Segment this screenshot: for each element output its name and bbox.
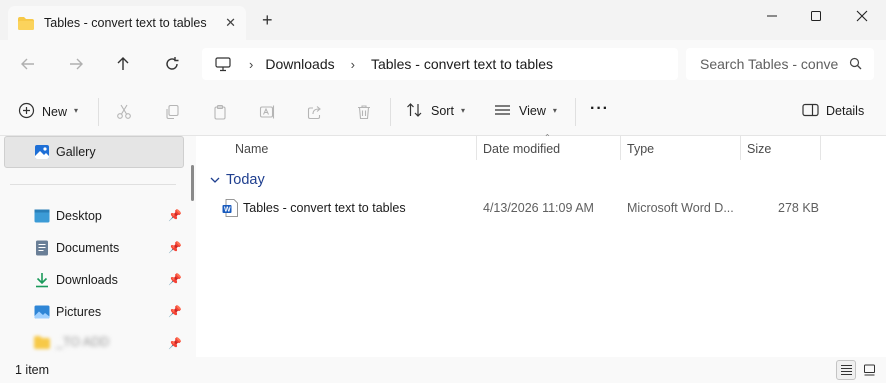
column-header-type[interactable]: Type xyxy=(627,142,654,156)
column-header-name[interactable]: Name xyxy=(235,142,268,156)
sort-caret-icon: ⌃ xyxy=(544,133,551,142)
plus-circle-icon xyxy=(18,102,35,119)
column-divider[interactable] xyxy=(740,136,741,160)
pin-icon[interactable]: 📌 xyxy=(168,273,182,286)
desktop-icon xyxy=(34,208,50,224)
chevron-right-icon[interactable]: › xyxy=(249,57,253,72)
chevron-down-icon: ▾ xyxy=(552,105,557,115)
sidebar-item-gallery-content[interactable]: Gallery xyxy=(0,137,190,167)
details-label: Details xyxy=(826,104,865,118)
pin-icon[interactable]: 📌 xyxy=(168,337,182,350)
sidebar-divider xyxy=(10,184,176,185)
new-label: New xyxy=(42,104,68,119)
minimize-icon[interactable] xyxy=(757,6,787,26)
svg-text:W: W xyxy=(224,207,231,214)
sidebar-item-label: Documents xyxy=(56,241,120,255)
maximize-icon[interactable] xyxy=(801,6,831,26)
view-list-icon xyxy=(494,103,511,117)
details-pane-icon xyxy=(802,103,819,117)
delete-icon[interactable] xyxy=(354,102,374,122)
search-input[interactable]: Search Tables - conve xyxy=(686,48,874,80)
sidebar-item-pictures[interactable]: Pictures 📌 xyxy=(0,297,190,327)
copy-icon[interactable] xyxy=(162,102,182,122)
tiles-view-button[interactable] xyxy=(859,360,879,380)
close-tab-icon[interactable]: ✕ xyxy=(225,15,236,31)
chevron-down-icon: ▾ xyxy=(74,106,79,115)
share-icon[interactable] xyxy=(305,102,325,122)
status-bar xyxy=(0,357,886,383)
column-divider[interactable] xyxy=(476,136,477,160)
folder-icon xyxy=(34,334,50,350)
details-view-button[interactable] xyxy=(836,360,856,380)
file-size: 278 KB xyxy=(778,201,820,215)
sidebar-item-label: _TO ADD xyxy=(56,335,110,349)
refresh-icon[interactable] xyxy=(161,54,183,74)
documents-icon xyxy=(34,240,50,256)
sidebar-item-label: Gallery xyxy=(56,145,96,159)
chevron-down-icon xyxy=(210,176,220,184)
file-name[interactable]: Tables - convert text to tables xyxy=(243,201,406,215)
group-label: Today xyxy=(226,172,265,188)
file-date: 4/13/2026 11:09 AM xyxy=(483,201,594,215)
tab-active[interactable]: Tables - convert text to tables ✕ xyxy=(8,6,246,40)
close-window-icon[interactable] xyxy=(847,6,877,26)
downloads-icon xyxy=(34,272,50,288)
sidebar-item-label: Pictures xyxy=(56,305,102,319)
word-document-icon: W xyxy=(222,199,238,220)
sidebar-item-downloads[interactable]: Downloads 📌 xyxy=(0,265,190,295)
column-header-date[interactable]: Date modified xyxy=(483,142,560,156)
sidebar-item-documents[interactable]: Documents 📌 xyxy=(0,233,190,263)
chevron-down-icon: ▾ xyxy=(460,105,465,115)
back-arrow-icon[interactable] xyxy=(17,54,39,74)
details-pane-button[interactable]: Details xyxy=(802,102,864,118)
sidebar-item-folder[interactable]: _TO ADD 📌 xyxy=(0,329,190,355)
item-count: 1 item xyxy=(15,363,50,377)
computer-icon[interactable] xyxy=(215,56,231,72)
forward-arrow-icon[interactable] xyxy=(65,54,87,74)
cut-icon[interactable] xyxy=(114,102,134,122)
view-label: View xyxy=(519,104,546,118)
breadcrumb-current-folder[interactable]: Tables - convert text to tables xyxy=(371,56,553,72)
file-list xyxy=(200,136,886,357)
column-divider[interactable] xyxy=(820,136,821,160)
pictures-icon xyxy=(34,304,50,320)
gallery-icon xyxy=(34,144,50,160)
pin-icon[interactable]: 📌 xyxy=(168,241,182,254)
toolbar-divider xyxy=(390,98,391,126)
sidebar-scrollbar-thumb[interactable] xyxy=(191,165,194,201)
sidebar-item-desktop[interactable]: Desktop 📌 xyxy=(0,201,190,231)
group-header-today[interactable]: Today xyxy=(210,172,265,188)
up-arrow-icon[interactable] xyxy=(112,54,134,74)
sidebar-item-label: Desktop xyxy=(56,209,102,223)
new-button[interactable]: New ▾ xyxy=(18,102,78,119)
paste-icon[interactable] xyxy=(210,102,230,122)
toolbar-divider xyxy=(575,98,576,126)
toolbar-divider xyxy=(98,98,99,126)
search-icon[interactable] xyxy=(849,57,862,70)
tab-title: Tables - convert text to tables xyxy=(44,16,207,30)
chevron-right-icon[interactable]: › xyxy=(351,57,355,72)
view-button[interactable]: View ▾ xyxy=(494,102,557,118)
new-tab-button[interactable]: + xyxy=(262,11,273,29)
pin-icon[interactable]: 📌 xyxy=(168,305,182,318)
sort-button[interactable]: Sort ▾ xyxy=(406,102,465,118)
sidebar-item-label: Downloads xyxy=(56,273,118,287)
sort-label: Sort xyxy=(431,104,454,118)
more-options-button[interactable]: ··· xyxy=(590,100,609,118)
search-placeholder: Search Tables - conve xyxy=(700,56,839,72)
address-bar[interactable]: › Downloads › Tables - convert text to t… xyxy=(202,48,678,80)
column-header-size[interactable]: Size xyxy=(747,142,771,156)
pin-icon[interactable]: 📌 xyxy=(168,209,182,222)
column-divider[interactable] xyxy=(620,136,621,160)
rename-icon[interactable] xyxy=(257,102,277,122)
file-type: Microsoft Word D... xyxy=(627,201,734,215)
sort-icon xyxy=(406,102,423,118)
breadcrumb-downloads[interactable]: Downloads xyxy=(265,56,334,72)
folder-icon xyxy=(18,16,34,30)
